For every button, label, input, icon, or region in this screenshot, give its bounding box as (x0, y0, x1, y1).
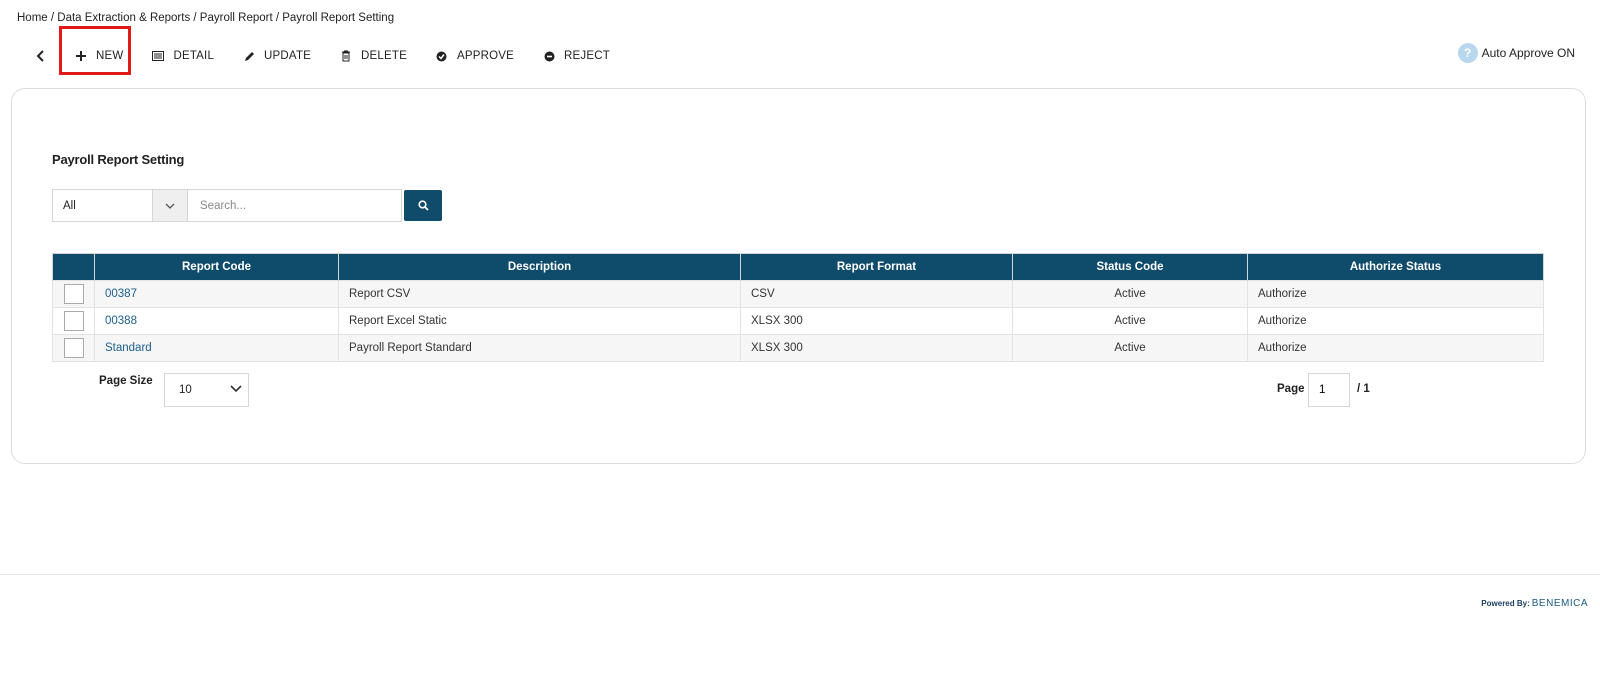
table-row[interactable]: 00387 Report CSV CSV Active Authorize (52, 280, 1544, 308)
status-code-cell: Active (1012, 334, 1248, 362)
search-input[interactable] (188, 189, 402, 222)
row-checkbox[interactable] (63, 311, 84, 331)
auto-approve-indicator[interactable]: ? Auto Approve ON (1457, 43, 1575, 63)
table-header-row: Report Code Description Report Format St… (52, 253, 1544, 281)
detail-button-label: DETAIL (173, 50, 215, 62)
action-toolbar: NEW DETAIL UPDATE DELETE APPROVE REJECT (28, 42, 624, 70)
approve-button[interactable]: APPROVE (421, 42, 528, 70)
approve-button-label: APPROVE (456, 50, 514, 62)
report-code-cell: Standard (94, 334, 339, 362)
new-button-label: NEW (96, 50, 124, 62)
check-circle-icon (435, 49, 449, 63)
report-format-cell: CSV (740, 280, 1013, 308)
trash-icon (339, 49, 353, 63)
status-code-cell: Active (1012, 307, 1248, 335)
brand-logo: BENEMICA (1531, 598, 1588, 609)
filter-select-value: All (63, 199, 76, 212)
description-cell: Report Excel Static (338, 307, 741, 335)
page-title: Payroll Report Setting (52, 152, 185, 167)
table-row[interactable]: 00388 Report Excel Static XLSX 300 Activ… (52, 307, 1544, 335)
detail-button[interactable]: DETAIL (137, 42, 228, 70)
page-label: Page (1277, 383, 1305, 395)
footer-divider (0, 574, 1600, 575)
report-code-link[interactable]: Standard (105, 342, 152, 354)
page-total: / 1 (1357, 383, 1370, 395)
filter-select[interactable]: All (52, 189, 188, 222)
minus-circle-icon (542, 49, 556, 63)
report-code-link[interactable]: 00387 (105, 288, 137, 300)
powered-by-label: Powered By: (1481, 599, 1530, 608)
header-status-code[interactable]: Status Code (1012, 253, 1248, 281)
reject-button[interactable]: REJECT (528, 42, 624, 70)
back-button[interactable] (28, 42, 54, 70)
auto-approve-label: Auto Approve ON (1481, 46, 1575, 60)
new-button[interactable]: NEW (60, 42, 137, 70)
report-code-link[interactable]: 00388 (105, 315, 137, 327)
row-select-cell (52, 280, 95, 308)
chevron-down-icon (230, 384, 242, 396)
list-detail-icon (151, 49, 165, 63)
authorize-status-cell: Authorize (1247, 307, 1544, 335)
reject-button-label: REJECT (564, 50, 610, 62)
chevron-down-icon (152, 190, 187, 221)
row-select-cell (52, 307, 95, 335)
delete-button[interactable]: DELETE (325, 42, 421, 70)
pencil-icon (242, 49, 256, 63)
report-code-cell: 00388 (94, 307, 339, 335)
page-size-label: Page Size (99, 375, 153, 387)
table-row[interactable]: Standard Payroll Report Standard XLSX 30… (52, 334, 1544, 362)
report-code-cell: 00387 (94, 280, 339, 308)
header-report-code[interactable]: Report Code (94, 253, 339, 281)
description-cell: Report CSV (338, 280, 741, 308)
help-icon: ? (1457, 43, 1478, 63)
search-button[interactable] (404, 190, 442, 221)
report-format-cell: XLSX 300 (740, 334, 1013, 362)
status-code-cell: Active (1012, 280, 1248, 308)
page-size-value: 10 (179, 384, 192, 396)
header-report-format[interactable]: Report Format (740, 253, 1013, 281)
row-checkbox[interactable] (63, 338, 84, 358)
plus-icon (74, 49, 88, 63)
authorize-status-cell: Authorize (1247, 280, 1544, 308)
update-button[interactable]: UPDATE (228, 42, 325, 70)
search-icon (417, 200, 429, 211)
powered-by: Powered By: BENEMICA (1481, 598, 1588, 609)
chevron-left-icon (36, 50, 44, 62)
row-checkbox[interactable] (63, 284, 84, 304)
page-number-input[interactable] (1308, 373, 1350, 407)
report-setting-card: Payroll Report Setting All Report Code D… (11, 88, 1586, 464)
report-table: Report Code Description Report Format St… (52, 253, 1544, 362)
authorize-status-cell: Authorize (1247, 334, 1544, 362)
page-size-select[interactable]: 10 (164, 373, 249, 407)
description-cell: Payroll Report Standard (338, 334, 741, 362)
header-select (52, 253, 95, 281)
header-description[interactable]: Description (338, 253, 741, 281)
breadcrumb: Home / Data Extraction & Reports / Payro… (17, 12, 395, 24)
update-button-label: UPDATE (264, 50, 312, 62)
delete-button-label: DELETE (361, 50, 407, 62)
report-format-cell: XLSX 300 (740, 307, 1013, 335)
header-authorize-status[interactable]: Authorize Status (1247, 253, 1544, 281)
row-select-cell (52, 334, 95, 362)
